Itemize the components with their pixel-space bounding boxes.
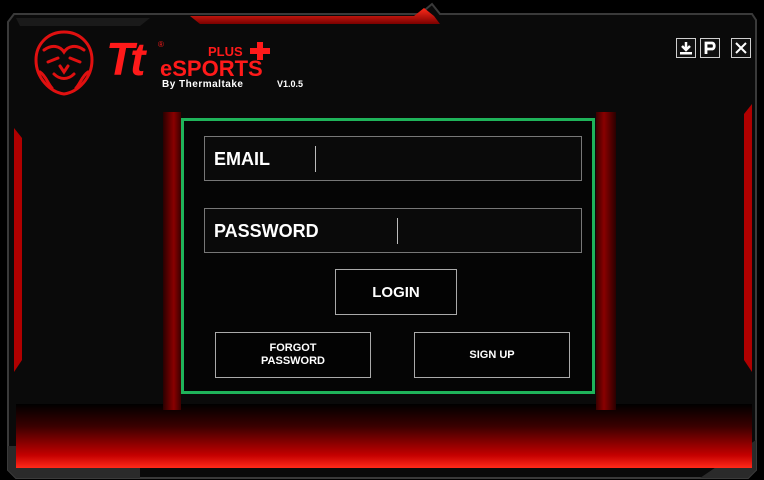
password-field[interactable]: PASSWORD <box>204 208 582 253</box>
brand-by-label: By Thermaltake <box>162 79 244 90</box>
login-panel: EMAIL PASSWORD LOGIN FORGOT PASSWORD SIG… <box>181 118 595 394</box>
forgot-password-line2: PASSWORD <box>261 355 325 367</box>
version-label: V1.0.5 <box>277 79 304 89</box>
download-button[interactable] <box>676 38 696 58</box>
brand-tt-logo: Tt <box>106 33 145 85</box>
bottom-glow <box>16 404 752 468</box>
login-button[interactable]: LOGIN <box>335 269 457 315</box>
download-icon <box>680 42 692 55</box>
panel-side-left <box>163 112 181 410</box>
brand-esports-label: eSPORTS <box>160 56 263 81</box>
close-icon <box>735 42 747 54</box>
help-button[interactable] <box>700 38 720 58</box>
email-field[interactable]: EMAIL <box>204 136 582 181</box>
forgot-password-line1: FORGOT <box>269 342 317 354</box>
password-label: PASSWORD <box>214 221 319 241</box>
sign-up-button[interactable]: SIGN UP <box>414 332 570 378</box>
panel-side-right <box>596 112 616 410</box>
tiger-logo-icon <box>34 30 94 96</box>
email-divider <box>315 146 316 172</box>
email-input[interactable] <box>323 143 573 177</box>
email-label: EMAIL <box>214 149 270 169</box>
password-input[interactable] <box>405 215 573 249</box>
forgot-password-button[interactable]: FORGOT PASSWORD <box>215 332 371 378</box>
help-icon <box>704 41 716 54</box>
password-divider <box>397 218 398 244</box>
registered-mark: ® <box>158 40 164 49</box>
close-button[interactable] <box>731 38 751 58</box>
